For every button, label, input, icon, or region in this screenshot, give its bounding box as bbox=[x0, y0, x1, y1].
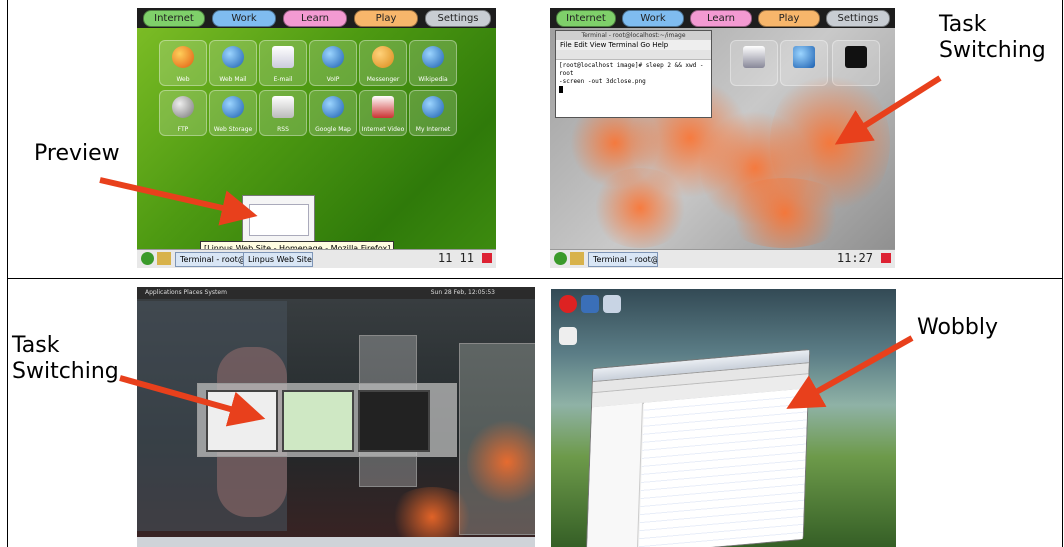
label-task-switching-top-line2: Switching bbox=[939, 38, 1046, 63]
arrow-task-switching-top bbox=[834, 75, 942, 145]
arrow-task-switching-bottom bbox=[119, 375, 266, 427]
annotation-arrows bbox=[99, 75, 942, 427]
arrow-wobbly bbox=[786, 335, 914, 409]
arrow-preview bbox=[99, 177, 258, 226]
label-task-switching-top-line1: Task bbox=[939, 12, 987, 37]
label-task-switching-bottom-line2: Switching bbox=[12, 359, 119, 384]
label-preview: Preview bbox=[34, 141, 120, 166]
label-wobbly: Wobbly bbox=[917, 315, 998, 340]
label-task-switching-bottom-line1: Task bbox=[12, 333, 60, 358]
